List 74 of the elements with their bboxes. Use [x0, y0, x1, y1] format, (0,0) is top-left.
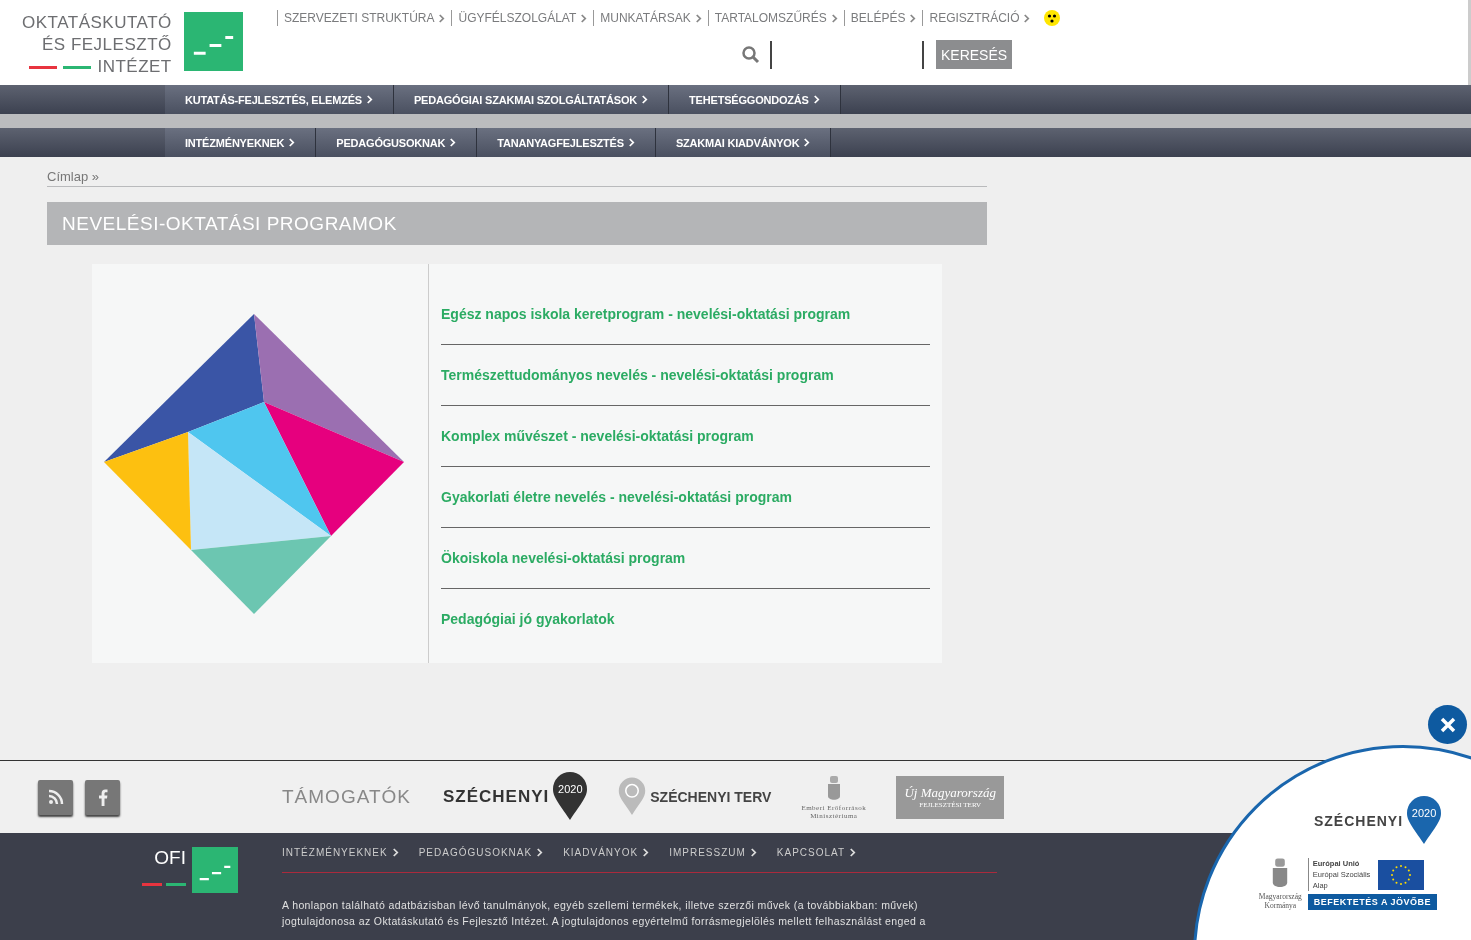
chevron-icon	[812, 95, 820, 104]
chevron-icon	[642, 848, 650, 857]
footer-link[interactable]: KAPCSOLAT	[776, 847, 857, 858]
logo-stripe-icon	[63, 65, 92, 69]
search-button[interactable]: KERESÉS	[936, 40, 1013, 69]
logo-text: INTÉZET	[97, 56, 172, 78]
top-link[interactable]: TARTALOMSZŰRÉS	[707, 10, 844, 26]
chevron-icon	[288, 138, 296, 147]
breadcrumb-link[interactable]: Címlap »	[47, 169, 100, 184]
close-icon	[1439, 716, 1456, 733]
chevron-icon	[449, 138, 457, 147]
footer-link[interactable]: INTÉZMÉNYEKNEK	[282, 847, 399, 858]
nav-menu-button[interactable]: KUTATÁS-FEJLESZTÉS, ELEMZÉS	[165, 85, 394, 114]
footer-link[interactable]: IMPRESSZUM	[669, 847, 757, 858]
chevron-icon	[830, 13, 838, 23]
top-link[interactable]: REGISZTRÁCIÓ	[922, 10, 1037, 26]
rss-button[interactable]	[38, 779, 73, 815]
chevron-icon	[438, 13, 446, 23]
program-link[interactable]: Komplex művészet - nevelési-oktatási program	[441, 428, 754, 444]
footer-link[interactable]: KIADVÁNYOK	[563, 847, 650, 858]
footer-logo-text: OFI	[154, 847, 186, 869]
map-pin-logo: 2020	[552, 772, 589, 822]
logo-stripe-icon	[142, 883, 162, 886]
nav-menu-button[interactable]: TANANYAGFEJLESZTÉS	[477, 128, 656, 157]
top-link[interactable]: SZERVEZETI STRUKTÚRA	[277, 10, 452, 26]
chevron-icon	[536, 848, 544, 857]
program-link[interactable]: Természettudományos nevelés - nevelési-oktatási program	[441, 367, 834, 383]
chevron-icon	[749, 848, 757, 857]
map-pin-logo: 2020	[1406, 796, 1443, 846]
logo-text: ÉS FEJLESZTŐ	[42, 34, 172, 56]
program-link[interactable]: Gyakorlati életre nevelés - nevelési-oktatási program	[441, 489, 792, 505]
chevron-icon	[641, 95, 649, 104]
nav-menu-button[interactable]: TEHETSÉGGONDOZÁS	[669, 85, 841, 114]
footer-link[interactable]: PEDAGÓGUSOKNAK	[418, 847, 544, 858]
logo-stripe-icon	[166, 883, 186, 886]
program-link[interactable]: Ökoiskola nevelési-oktatási program	[441, 550, 686, 566]
eu-flag-icon	[1378, 859, 1425, 890]
close-button[interactable]	[1428, 705, 1467, 744]
nav-menu-button[interactable]: PEDAGÓGIAI SZAKMAI SZOLGÁLTATÁSOK	[393, 85, 670, 114]
pin-logo-icon	[618, 777, 647, 817]
chevron-icon	[849, 848, 857, 857]
chevron-icon	[803, 138, 811, 147]
nav-menu-button[interactable]: INTÉZMÉNYEKNEK	[165, 128, 317, 157]
facebook-button[interactable]	[85, 779, 120, 815]
logo-stripe-icon	[29, 65, 58, 69]
popup-logo-text: SZÉCHENYI	[1313, 813, 1404, 829]
program-link[interactable]: Egész napos iskola keretprogram - nevelési-oktatási program	[441, 306, 851, 322]
sponsor-logo-text: SZÉCHENYI TERV	[650, 789, 772, 805]
rss-icon	[47, 789, 64, 805]
chevron-icon	[1023, 13, 1031, 23]
nav-menu-button[interactable]: SZAKMAI KIADVÁNYOK	[655, 128, 832, 157]
top-link[interactable]: ÜGYFÉLSZOLGÁLAT	[451, 10, 594, 26]
notice-text: jogtulajdonosa az Oktatáskutató és Fejlesztő Intézet. A jogtulajdonos egyértelmű forrásmegjelölés mellett felhasználást enged a	[282, 914, 927, 929]
sponsor-logo-text: SZÉCHENYI	[443, 787, 550, 807]
facebook-icon	[97, 788, 108, 806]
nav-menu-button[interactable]: PEDAGÓGUSOKNAK	[316, 128, 478, 157]
page-title: NEVELÉSI-OKTATÁSI PROGRAMOK	[47, 202, 987, 245]
chevron-icon	[627, 138, 635, 147]
supporters-label: TÁMOGATÓK	[282, 786, 411, 808]
top-link[interactable]: BELÉPÉS	[843, 10, 923, 26]
logo-mark-icon	[183, 12, 243, 71]
program-link[interactable]: Pedagógiai jó gyakorlatok	[441, 611, 615, 627]
logo-mark-icon	[192, 847, 238, 893]
chevron-icon	[365, 95, 373, 104]
search-icon[interactable]	[742, 45, 760, 64]
slogan-banner: BEFEKTETÉS A JÖVŐBE	[1307, 894, 1438, 910]
accessibility-icon[interactable]	[1044, 10, 1061, 26]
top-link[interactable]: MUNKATÁRSAK	[593, 10, 708, 26]
chevron-icon	[580, 13, 588, 23]
notice-text: A honlapon található adatbázisban lévő tanulmányok, egyéb szellemi termékek, illetve szerzői művek (a továbbiakban: művek)	[282, 898, 919, 913]
chevron-icon	[694, 13, 702, 23]
chevron-icon	[909, 13, 917, 23]
logo-text: OKTATÁSKUTATÓ	[22, 12, 172, 34]
chevron-icon	[391, 848, 399, 857]
